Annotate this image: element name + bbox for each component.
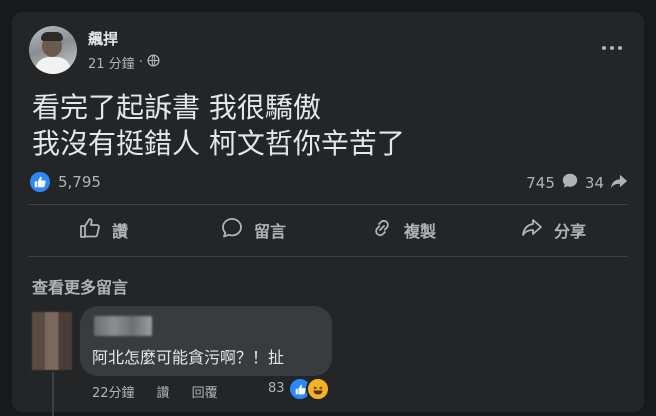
- divider: [28, 256, 628, 257]
- like-count[interactable]: 5,795: [58, 173, 101, 191]
- thumbs-up-icon: [78, 216, 102, 244]
- comment-button[interactable]: 留言: [178, 210, 328, 250]
- comment-time[interactable]: 22分鐘: [92, 382, 135, 401]
- like-button[interactable]: 讚: [28, 210, 178, 250]
- divider: [28, 204, 628, 205]
- comment-reaction-count[interactable]: 83: [268, 381, 285, 396]
- share-count[interactable]: 34: [585, 174, 604, 192]
- comment-count-icon: [561, 172, 579, 194]
- comment-bubble: 阿北怎麼可能貪污啊？！扯: [80, 306, 332, 376]
- comment-icon: [220, 216, 244, 244]
- post-meta: 21 分鐘 ·: [88, 53, 160, 72]
- comment-button-label: 留言: [253, 222, 286, 241]
- share-count-icon: [610, 172, 628, 194]
- view-more-comments-link[interactable]: 查看更多留言: [32, 274, 128, 298]
- comment-reply-link[interactable]: 回覆: [192, 382, 218, 401]
- globe-icon: [147, 54, 160, 71]
- more-dot-icon: [602, 46, 606, 50]
- author-name[interactable]: 飆捍: [88, 28, 118, 49]
- commenter-name-blurred[interactable]: [94, 316, 152, 336]
- like-button-label: 讚: [111, 222, 128, 241]
- copy-button[interactable]: 複製: [328, 210, 478, 250]
- share-button[interactable]: 分享: [478, 210, 628, 250]
- like-reaction-icon[interactable]: [30, 172, 50, 192]
- post-text-line: 看完了起訴書 我很驕傲: [32, 91, 321, 124]
- more-options-button[interactable]: [594, 36, 630, 60]
- link-icon: [370, 216, 394, 244]
- share-button-label: 分享: [553, 222, 586, 241]
- post-text: 看完了起訴書 我很驕傲 我沒有挺錯人 柯文哲你辛苦了: [32, 90, 405, 162]
- author-avatar[interactable]: [29, 26, 77, 74]
- share-icon: [520, 216, 544, 244]
- comment-like-link[interactable]: 讚: [157, 382, 170, 401]
- comment-text: 阿北怎麼可能貪污啊？！扯: [92, 348, 285, 367]
- post-card: 飆捍 21 分鐘 · 看完了起訴書 我很驕傲 我沒有挺錯人 柯文哲你辛苦了 5,…: [12, 12, 644, 416]
- right-stats: 745 34: [526, 172, 628, 194]
- comment-meta: 22分鐘 讚 回覆: [92, 382, 240, 401]
- thread-line: [52, 372, 54, 416]
- meta-separator: ·: [138, 55, 143, 70]
- comment-reactions[interactable]: [288, 377, 330, 401]
- copy-button-label: 複製: [403, 222, 436, 241]
- action-bar: 讚 留言 複製 分享: [28, 210, 628, 250]
- haha-reaction-icon: [306, 377, 330, 401]
- post-stats: 5,795 745 34: [30, 170, 628, 198]
- more-dot-icon: [610, 46, 614, 50]
- commenter-avatar[interactable]: [32, 312, 72, 370]
- post-text-line: 我沒有挺錯人 柯文哲你辛苦了: [32, 127, 405, 160]
- comment-count[interactable]: 745: [526, 174, 555, 192]
- post-time[interactable]: 21 分鐘: [88, 53, 135, 72]
- more-dot-icon: [618, 46, 622, 50]
